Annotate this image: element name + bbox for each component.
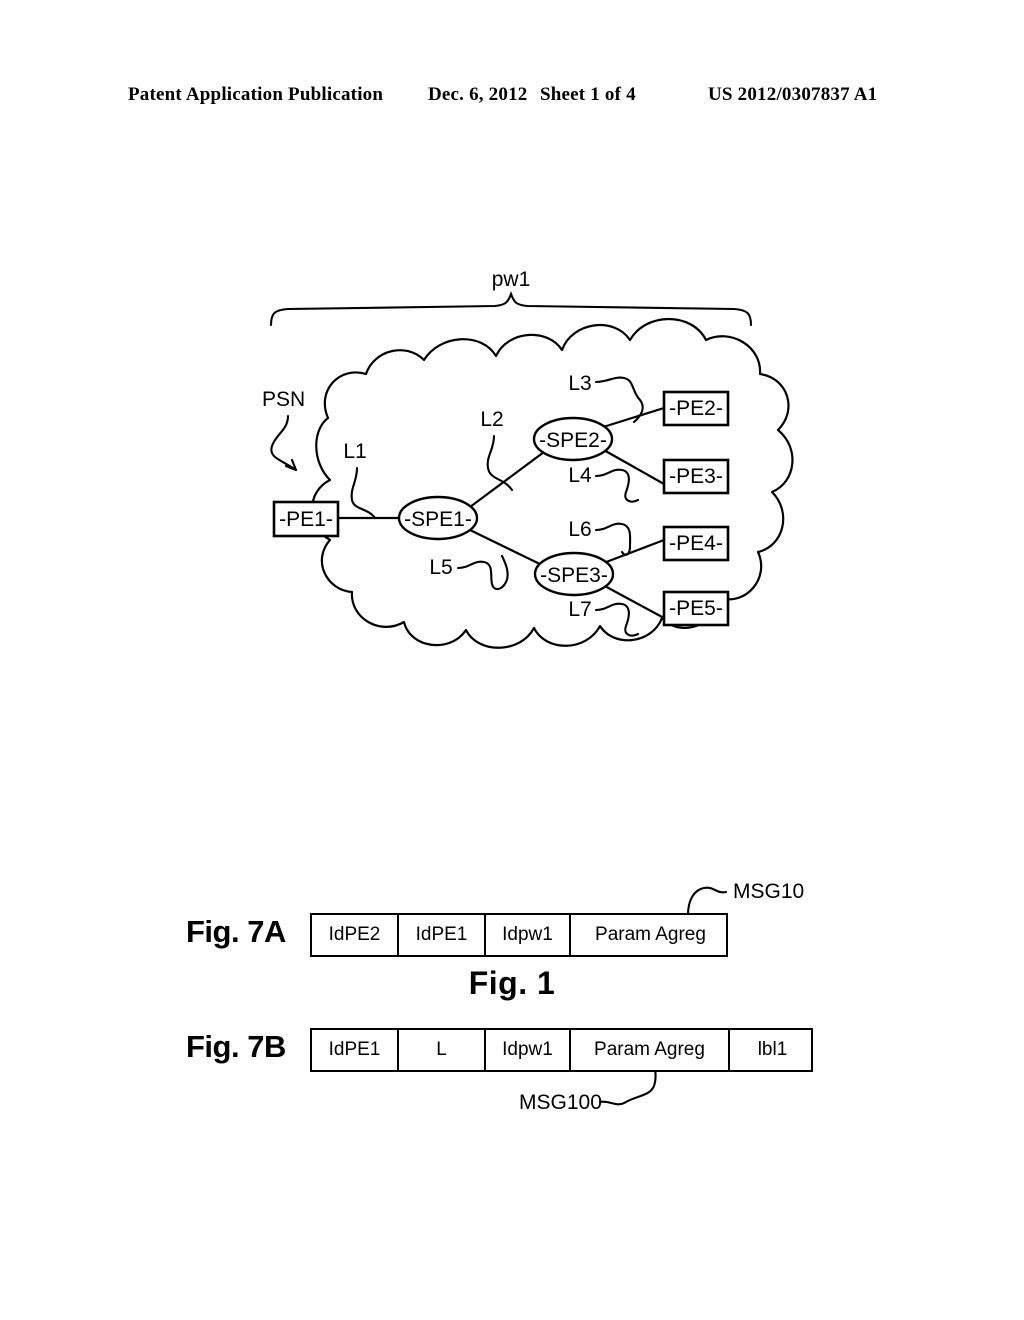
link-label-l4-text: L4: [568, 464, 592, 487]
node-pe5-label: -PE5-: [669, 597, 723, 620]
link-label-l3-text: L3: [568, 372, 591, 395]
link-label-l7-text: L7: [568, 598, 591, 621]
link-label-l2-text: L2: [480, 408, 503, 431]
message-field: L: [399, 1030, 486, 1070]
figure-7b-message-table: IdPE1 L Idpw1 Param Agreg lbl1: [310, 1028, 813, 1072]
node-pe5: -PE5-: [662, 590, 730, 627]
message-field: Idpw1: [486, 1030, 571, 1070]
header-publication-number: US 2012/0307837 A1: [708, 84, 878, 105]
node-pe3-label: -PE3-: [669, 465, 723, 488]
psn-label: PSN: [262, 388, 305, 411]
psn-pointer-arrow: [270, 414, 298, 472]
link-label-l5-text: L5: [429, 556, 452, 579]
msg10-leader-line: [686, 886, 728, 917]
message-field: lbl1: [757, 1039, 788, 1060]
page-header: Patent Application Publication Dec. 6, 2…: [0, 84, 1024, 112]
message-field: IdPE1: [399, 915, 486, 955]
figure-7a-label: Fig. 7A: [186, 914, 286, 949]
node-spe1: -SPE1-: [397, 495, 479, 541]
message-field: IdPE2: [312, 915, 399, 955]
figure-1: pw1 PSN -PE1- -PE2- -PE3- -PE4- -PE5- -S…: [0, 250, 1024, 1001]
header-sheet-number: Sheet 1 of 4: [540, 84, 636, 105]
link-label-l6-text: L6: [568, 518, 591, 541]
header-publication-date: Dec. 6, 2012: [428, 84, 528, 105]
node-spe1-label: -SPE1-: [404, 508, 472, 531]
node-pe2: -PE2-: [662, 390, 730, 427]
figure-7b-label: Fig. 7B: [186, 1029, 286, 1064]
message-field: Idpw1: [486, 915, 571, 955]
node-spe2: -SPE2-: [532, 416, 614, 462]
figure-1-drawing: pw1 PSN -PE1- -PE2- -PE3- -PE4- -PE5- -S…: [262, 268, 794, 649]
node-pe3: -PE3-: [662, 458, 730, 495]
node-pe4: -PE4-: [662, 525, 730, 562]
node-pe2-label: -PE2-: [669, 397, 723, 420]
link-label-l1-text: L1: [343, 440, 366, 463]
node-spe3: -SPE3-: [533, 551, 615, 597]
pseudowire-label: pw1: [492, 268, 531, 291]
node-pe1-label: -PE1-: [279, 508, 333, 531]
node-spe2-label: -SPE2-: [539, 429, 607, 452]
figure-7a-message-table: IdPE2 IdPE1 Idpw1 Param Agreg: [310, 913, 728, 957]
figure-7b-reference-label: MSG100: [519, 1091, 602, 1114]
node-pe4-label: -PE4-: [669, 532, 723, 555]
message-field: Param Agreg: [571, 1030, 730, 1070]
node-spe3-label: -SPE3-: [540, 564, 608, 587]
node-pe1: -PE1-: [272, 500, 340, 538]
message-field: IdPE1: [312, 1030, 399, 1070]
message-field: Param Agreg: [595, 924, 706, 945]
figure-7a-reference-label: MSG10: [733, 880, 805, 903]
header-publication-title: Patent Application Publication: [128, 84, 384, 105]
